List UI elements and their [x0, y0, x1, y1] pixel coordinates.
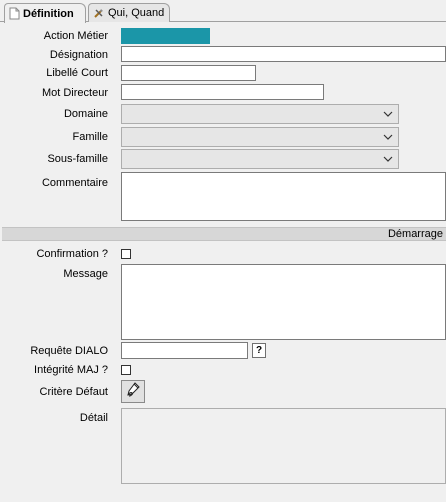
action-metier-label: Action Métier — [43, 30, 108, 42]
designation-label: Désignation — [49, 49, 108, 61]
section-header-demarrage: Démarrage — [2, 227, 446, 241]
requete-dialo-input[interactable] — [121, 342, 248, 359]
tab-qui-quand-label: Qui, Quand — [108, 7, 165, 19]
commentaire-textarea[interactable] — [121, 172, 446, 221]
sous-famille-label: Sous-famille — [47, 153, 108, 165]
designation-input[interactable] — [121, 46, 446, 62]
critere-defaut-label: Critère Défaut — [39, 386, 108, 398]
famille-select[interactable] — [121, 127, 399, 147]
sous-famille-select[interactable] — [121, 149, 399, 169]
mot-directeur-input[interactable] — [121, 84, 324, 100]
domaine-select[interactable] — [121, 104, 399, 124]
famille-label: Famille — [72, 131, 108, 143]
integrite-maj-checkbox[interactable] — [121, 365, 131, 375]
tab-definition[interactable]: Définition — [4, 3, 86, 23]
libelle-court-label: Libellé Court — [46, 67, 108, 79]
integrite-maj-label: Intégrité MAJ ? — [34, 364, 108, 376]
tools-icon — [93, 7, 105, 19]
domaine-label: Domaine — [63, 108, 108, 120]
confirmation-checkbox[interactable] — [121, 249, 131, 259]
chevron-down-icon — [382, 108, 394, 120]
confirmation-label: Confirmation ? — [36, 248, 108, 260]
message-textarea[interactable] — [121, 264, 446, 340]
document-icon — [9, 7, 20, 20]
message-label: Message — [63, 268, 108, 280]
chevron-down-icon — [382, 131, 394, 143]
tab-definition-label: Définition — [23, 7, 74, 20]
requete-dialo-label: Requête DIALO — [30, 345, 108, 357]
action-metier-input[interactable] — [121, 28, 210, 44]
requete-help-button[interactable]: ? — [252, 343, 266, 358]
mot-directeur-label: Mot Directeur — [41, 87, 108, 99]
detail-textarea[interactable] — [121, 408, 446, 484]
tab-qui-quand[interactable]: Qui, Quand — [88, 3, 170, 22]
libelle-court-input[interactable] — [121, 65, 256, 81]
chevron-down-icon — [382, 153, 394, 165]
commentaire-label: Commentaire — [41, 177, 108, 189]
detail-label: Détail — [79, 412, 108, 424]
edit-hand-icon — [125, 382, 141, 401]
critere-defaut-button[interactable] — [121, 380, 145, 403]
